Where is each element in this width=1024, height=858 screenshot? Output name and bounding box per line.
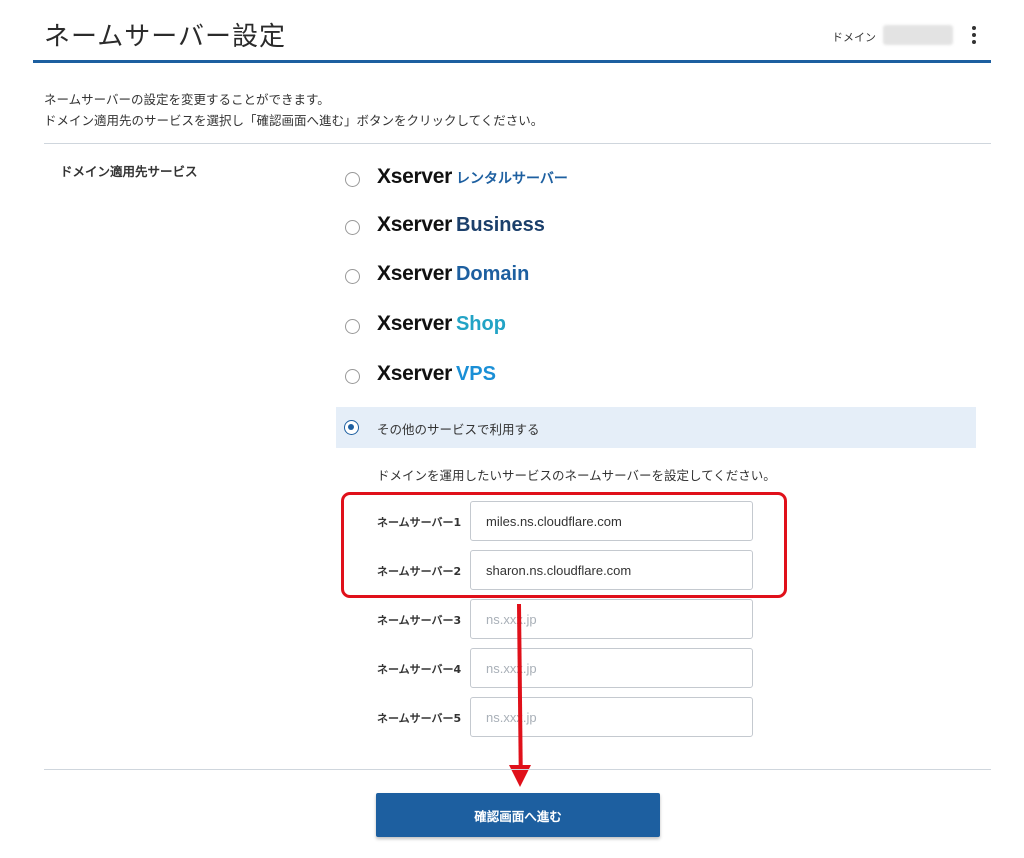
nameserver-5-label: ネームサーバー5 [377, 712, 462, 725]
section-divider-top [44, 143, 991, 144]
logo-brand: Xserver [377, 362, 452, 385]
logo-service-name: レンタルサーバー [455, 171, 568, 187]
logo-service-name: Shop [455, 313, 506, 335]
nameserver-4-label: ネームサーバー4 [377, 663, 462, 676]
nameserver-instruction: ドメインを運用したいサービスのネームサーバーを設定してください。 [377, 468, 776, 483]
nameserver-3-input[interactable] [470, 599, 753, 639]
service-option-rental-server[interactable]: Xserver レンタルサーバー [343, 160, 975, 202]
nameserver-3-label: ネームサーバー3 [377, 614, 462, 627]
radio-icon[interactable] [345, 369, 360, 384]
nameserver-4-input[interactable] [470, 648, 753, 688]
service-logo: Xserver Domain [377, 262, 529, 286]
service-logo: Xserver Business [377, 213, 545, 237]
logo-service-name: Business [455, 214, 545, 236]
kebab-menu-icon[interactable] [966, 24, 982, 46]
service-logo: Xserver VPS [377, 362, 496, 386]
service-logo: Xserver レンタルサーバー [377, 165, 568, 189]
service-option-business[interactable]: Xserver Business [343, 208, 975, 250]
domain-label: ドメイン [832, 31, 876, 44]
section-divider-bottom [44, 769, 991, 770]
radio-icon[interactable] [345, 172, 360, 187]
service-logo: Xserver Shop [377, 312, 506, 336]
logo-brand: Xserver [377, 213, 452, 236]
highlight-box-annotation [341, 492, 787, 598]
service-option-domain[interactable]: Xserver Domain [343, 257, 975, 299]
domain-value-blurred [883, 25, 953, 45]
other-service-label: その他のサービスで利用する [377, 422, 540, 437]
radio-checked-icon[interactable] [344, 420, 359, 435]
logo-brand: Xserver [377, 312, 452, 335]
section-label: ドメイン適用先サービス [60, 164, 198, 179]
logo-brand: Xserver [377, 262, 452, 285]
radio-icon[interactable] [345, 269, 360, 284]
nameserver-5-input[interactable] [470, 697, 753, 737]
header-divider [33, 60, 991, 63]
service-option-other[interactable]: その他のサービスで利用する [336, 407, 976, 448]
logo-brand: Xserver [377, 165, 452, 188]
radio-icon[interactable] [345, 220, 360, 235]
confirm-button[interactable]: 確認画面へ進む [376, 793, 660, 837]
logo-service-name: Domain [455, 263, 530, 285]
service-option-shop[interactable]: Xserver Shop [343, 307, 975, 349]
description-line-2: ドメイン適用先のサービスを選択し「確認画面へ進む」ボタンをクリックしてください。 [44, 113, 544, 128]
logo-service-name: VPS [455, 363, 496, 385]
service-option-vps[interactable]: Xserver VPS [343, 357, 975, 399]
page-title: ネームサーバー設定 [44, 22, 286, 52]
description-line-1: ネームサーバーの設定を変更することができます。 [44, 92, 330, 107]
radio-icon[interactable] [345, 319, 360, 334]
